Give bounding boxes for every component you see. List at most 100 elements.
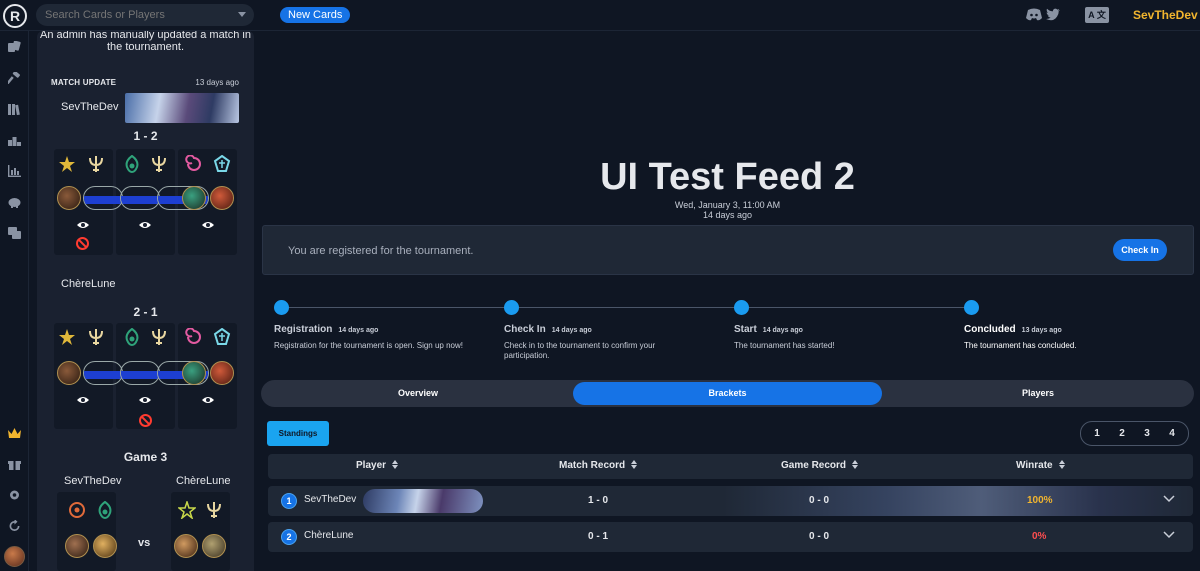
sort-icon[interactable] — [1058, 460, 1065, 469]
eye-icon[interactable] — [202, 396, 214, 404]
tab-bar: Overview Brackets Players — [261, 380, 1194, 407]
champion-portrait — [182, 361, 206, 385]
new-cards-button[interactable]: New Cards — [280, 7, 351, 23]
shadow-isles-emblem-icon — [98, 501, 112, 519]
library-icon[interactable] — [8, 102, 21, 116]
winrate: 0% — [1032, 531, 1047, 542]
trident-emblem-icon — [207, 502, 221, 518]
match-score: 2 - 1 — [133, 305, 158, 319]
game-label: Game 3 — [123, 450, 168, 464]
refresh-icon[interactable] — [8, 519, 21, 531]
champion-portrait — [57, 361, 81, 385]
matchup-link — [120, 186, 160, 210]
player-banner — [125, 93, 239, 123]
tab-overview[interactable]: Overview — [261, 380, 575, 407]
cards-stack-icon[interactable] — [8, 226, 21, 239]
champion-portrait — [57, 186, 81, 210]
step-description: The tournament has concluded. — [964, 341, 1077, 350]
translate-icon[interactable]: A 文 — [1085, 7, 1109, 23]
page-button[interactable]: 3 — [1135, 422, 1159, 445]
gear-icon[interactable] — [8, 488, 21, 500]
sort-icon[interactable] — [631, 460, 638, 469]
eye-icon[interactable] — [139, 221, 151, 229]
search-input[interactable] — [36, 4, 254, 26]
feed-note: An admin has manually updated a match in… — [40, 31, 251, 53]
piggy-bank-icon[interactable] — [8, 195, 21, 208]
matchup-link — [83, 361, 123, 385]
shadow-isles-emblem-icon — [125, 328, 139, 346]
registration-status-text: You are registered for the tournament. — [288, 245, 474, 257]
vs-label: vs — [138, 537, 151, 549]
step-title: Check In 14 days ago — [504, 324, 592, 335]
ban-icon — [139, 414, 152, 427]
eye-icon[interactable] — [139, 396, 151, 404]
feed-player-name: ChèreLune — [61, 278, 116, 290]
winrate: 100% — [1027, 495, 1053, 506]
player-name[interactable]: SevTheDev — [304, 494, 356, 505]
rank-badge: 1 — [281, 493, 297, 509]
stats-chart-icon[interactable] — [8, 164, 21, 177]
eye-icon[interactable] — [202, 221, 214, 229]
champion-portrait — [202, 534, 226, 558]
timeline-line — [281, 307, 973, 308]
tab-brackets[interactable]: Brackets — [573, 382, 882, 405]
check-in-button[interactable]: Check In — [1113, 239, 1167, 261]
avatar[interactable] — [4, 546, 25, 567]
feed-player-name: SevTheDev — [64, 475, 122, 487]
timeline-dot — [964, 300, 979, 315]
app-logo[interactable]: R — [3, 4, 27, 28]
noxus-emblem-icon — [69, 502, 85, 518]
game-record: 0 - 0 — [809, 495, 830, 506]
activity-feed: An admin has manually updated a match in… — [37, 31, 254, 571]
column-header-winrate[interactable]: Winrate — [1016, 460, 1065, 471]
tab-players[interactable]: Players — [882, 380, 1194, 407]
standings-button[interactable]: Standings — [267, 421, 329, 446]
match-update-label: MATCH UPDATE — [51, 78, 117, 87]
table-row[interactable]: 1 SevTheDev 1 - 0 0 - 0 100% — [268, 486, 1193, 516]
player-name[interactable]: ChèreLune — [304, 530, 353, 541]
chevron-down-icon[interactable] — [1163, 531, 1175, 539]
shadow-isles-emblem-icon — [125, 155, 139, 173]
cards-icon[interactable] — [8, 40, 21, 52]
champion-portrait — [210, 186, 234, 210]
timeline-dot — [734, 300, 749, 315]
freljord-emblem-icon — [213, 328, 231, 345]
step-description: Check in to the tournament to confirm yo… — [504, 341, 656, 360]
table-row[interactable]: 2 ChèreLune 0 - 1 0 - 0 0% — [268, 522, 1193, 552]
chevron-down-icon[interactable] — [238, 12, 246, 17]
page-button[interactable]: 2 — [1110, 422, 1134, 445]
pagination: 1 2 3 4 — [1080, 421, 1189, 446]
step-title: Start 14 days ago — [734, 324, 803, 335]
eye-icon[interactable] — [77, 221, 89, 229]
column-header-player[interactable]: Player — [356, 460, 399, 471]
podium-icon[interactable] — [8, 133, 21, 146]
ban-icon — [76, 237, 89, 250]
column-header-match-record[interactable]: Match Record — [559, 460, 638, 471]
page-button[interactable]: 4 — [1160, 422, 1184, 445]
user-name[interactable]: SevTheDev — [1133, 8, 1198, 22]
sort-icon[interactable] — [852, 460, 859, 469]
step-title: Registration 14 days ago — [274, 324, 379, 335]
spiral-emblem-icon — [185, 328, 201, 344]
gift-icon[interactable] — [8, 457, 21, 470]
spiral-emblem-icon — [185, 155, 201, 171]
chevron-down-icon[interactable] — [1163, 495, 1175, 503]
region-emblem-icon — [59, 156, 75, 172]
column-header-game-record[interactable]: Game Record — [781, 460, 859, 471]
twitter-icon[interactable] — [1046, 8, 1060, 21]
feed-player-name: SevTheDev — [61, 101, 119, 113]
hammer-icon[interactable] — [6, 70, 21, 85]
page-button[interactable]: 1 — [1085, 422, 1109, 445]
step-description: The tournament has started! — [734, 341, 835, 350]
crown-icon[interactable] — [8, 426, 21, 438]
trident-emblem-icon — [89, 329, 103, 345]
eye-icon[interactable] — [77, 396, 89, 404]
matchup-link — [83, 186, 123, 210]
sort-icon[interactable] — [392, 460, 399, 469]
match-record: 1 - 0 — [588, 495, 609, 506]
sidebar — [0, 31, 29, 571]
champion-portrait — [65, 534, 89, 558]
tournament-date: Wed, January 3, 11:00 AM — [674, 200, 781, 210]
discord-icon[interactable] — [1026, 8, 1042, 21]
trident-emblem-icon — [152, 156, 166, 172]
